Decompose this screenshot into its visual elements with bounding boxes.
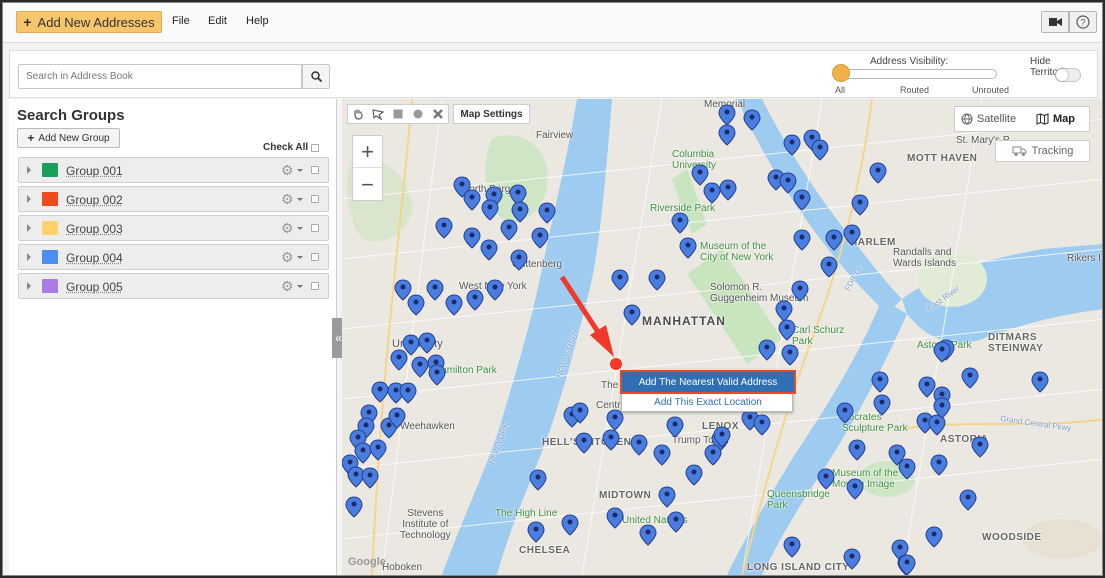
- check-all-label: Check All: [263, 142, 309, 153]
- search-icon: [310, 71, 322, 82]
- map-button[interactable]: Map: [1022, 107, 1089, 131]
- visibility-slider-thumb[interactable]: [832, 64, 850, 82]
- visibility-option-all[interactable]: All: [835, 85, 845, 95]
- satellite-label: Satellite: [976, 113, 1017, 125]
- google-logo: Google: [348, 556, 386, 568]
- group-color-swatch: [42, 163, 58, 177]
- address-search-bar: Address Visibility: All Routed Unrouted …: [9, 50, 1098, 98]
- group-checkbox[interactable]: [311, 224, 319, 232]
- menu-edit[interactable]: Edit: [208, 15, 227, 27]
- group-row[interactable]: Group 003 ⚙: [18, 215, 329, 241]
- hand-icon[interactable]: [352, 108, 364, 120]
- tracking-button[interactable]: Tracking: [995, 140, 1090, 162]
- clear-selection-icon[interactable]: [432, 108, 444, 120]
- gear-icon[interactable]: ⚙: [281, 278, 294, 295]
- chevron-down-icon[interactable]: [297, 198, 303, 201]
- search-groups-panel: Search Groups + Add New Group Check All …: [9, 99, 337, 575]
- group-name[interactable]: Group 003: [66, 222, 123, 236]
- group-checkbox[interactable]: [311, 253, 319, 261]
- map-type-switcher: Satellite Map: [954, 106, 1090, 132]
- group-checkbox[interactable]: [311, 195, 319, 203]
- group-name[interactable]: Group 002: [66, 193, 123, 207]
- satellite-button[interactable]: Satellite: [955, 107, 1022, 131]
- expand-caret-icon[interactable]: [27, 224, 31, 232]
- group-color-swatch: [42, 279, 58, 293]
- gear-icon[interactable]: ⚙: [281, 162, 294, 179]
- zoom-out-button[interactable]: −: [353, 169, 382, 201]
- map-draw-tools: [347, 104, 449, 124]
- plus-icon: +: [23, 14, 32, 30]
- question-circle-icon: ?: [1076, 15, 1090, 29]
- globe-icon: [961, 113, 973, 125]
- group-name[interactable]: Group 005: [66, 280, 123, 294]
- gear-icon[interactable]: ⚙: [281, 191, 294, 208]
- chevron-down-icon[interactable]: [297, 285, 303, 288]
- group-row[interactable]: Group 001 ⚙: [18, 157, 329, 183]
- hide-territories-toggle[interactable]: [1055, 68, 1081, 82]
- group-name[interactable]: Group 004: [66, 251, 123, 265]
- expand-caret-icon[interactable]: [27, 282, 31, 290]
- video-camera-button[interactable]: [1041, 11, 1069, 33]
- zoom-in-button[interactable]: +: [353, 136, 382, 168]
- plus-icon: +: [27, 131, 35, 145]
- video-camera-icon: [1048, 18, 1062, 26]
- top-toolbar: + Add New Addresses File Edit Help ?: [3, 3, 1102, 43]
- check-all[interactable]: Check All: [263, 142, 320, 153]
- add-exact-location-option[interactable]: Add This Exact Location: [622, 393, 794, 412]
- chevron-down-icon[interactable]: [297, 256, 303, 259]
- group-color-swatch: [42, 192, 58, 206]
- search-groups-title: Search Groups: [17, 107, 125, 124]
- rectangle-select-icon[interactable]: [392, 108, 404, 120]
- address-visibility-label: Address Visibility:: [870, 56, 949, 67]
- svg-text:?: ?: [1080, 18, 1085, 28]
- expand-caret-icon[interactable]: [27, 166, 31, 174]
- group-color-swatch: [42, 221, 58, 235]
- gear-icon[interactable]: ⚙: [281, 249, 294, 266]
- group-row[interactable]: Group 004 ⚙: [18, 244, 329, 270]
- gear-icon[interactable]: ⚙: [281, 220, 294, 237]
- add-new-addresses-label: Add New Addresses: [37, 14, 155, 30]
- zoom-control: + −: [352, 135, 383, 201]
- map-context-menu: Add The Nearest Valid Address Add This E…: [620, 370, 796, 412]
- truck-icon: [1012, 146, 1027, 156]
- add-nearest-valid-address-option[interactable]: Add The Nearest Valid Address: [620, 370, 796, 394]
- expand-caret-icon[interactable]: [27, 195, 31, 203]
- menu-help[interactable]: Help: [246, 15, 269, 27]
- tracking-label: Tracking: [1031, 145, 1074, 157]
- search-button[interactable]: [302, 64, 330, 89]
- visibility-slider-track[interactable]: [843, 69, 997, 79]
- group-row[interactable]: Group 005 ⚙: [18, 273, 329, 299]
- address-pins-layer: [342, 104, 1049, 575]
- group-checkbox[interactable]: [311, 282, 319, 290]
- map-label: Map: [1053, 113, 1075, 125]
- map-settings-button[interactable]: Map Settings: [453, 104, 530, 124]
- circle-select-icon[interactable]: [412, 108, 424, 120]
- map-canvas[interactable]: MANHATTAN Fairview North Bergen West New…: [342, 99, 1102, 575]
- polygon-lasso-icon[interactable]: [372, 108, 385, 121]
- map-fold-icon: [1036, 113, 1049, 125]
- menu-file[interactable]: File: [172, 15, 190, 27]
- check-all-checkbox[interactable]: [311, 143, 320, 152]
- double-chevron-left-icon: «: [335, 331, 342, 345]
- selected-location-dot[interactable]: [610, 358, 622, 370]
- chevron-down-icon[interactable]: [297, 227, 303, 230]
- add-new-group-button[interactable]: + Add New Group: [17, 128, 120, 148]
- visibility-option-routed[interactable]: Routed: [900, 85, 929, 95]
- add-new-addresses-button[interactable]: + Add New Addresses: [16, 11, 162, 33]
- expand-caret-icon[interactable]: [27, 253, 31, 261]
- help-button[interactable]: ?: [1069, 11, 1097, 33]
- group-row[interactable]: Group 002 ⚙: [18, 186, 329, 212]
- chevron-down-icon[interactable]: [297, 169, 303, 172]
- group-list: Group 001 ⚙ Group 002 ⚙ Group 003 ⚙ Grou…: [18, 157, 329, 302]
- group-name[interactable]: Group 001: [66, 164, 123, 178]
- group-color-swatch: [42, 250, 58, 264]
- app-window: + Add New Addresses File Edit Help ? Add…: [2, 2, 1103, 576]
- search-input[interactable]: [18, 64, 302, 89]
- add-new-group-label: Add New Group: [38, 132, 110, 144]
- visibility-option-unrouted[interactable]: Unrouted: [972, 85, 1009, 95]
- group-checkbox[interactable]: [311, 166, 319, 174]
